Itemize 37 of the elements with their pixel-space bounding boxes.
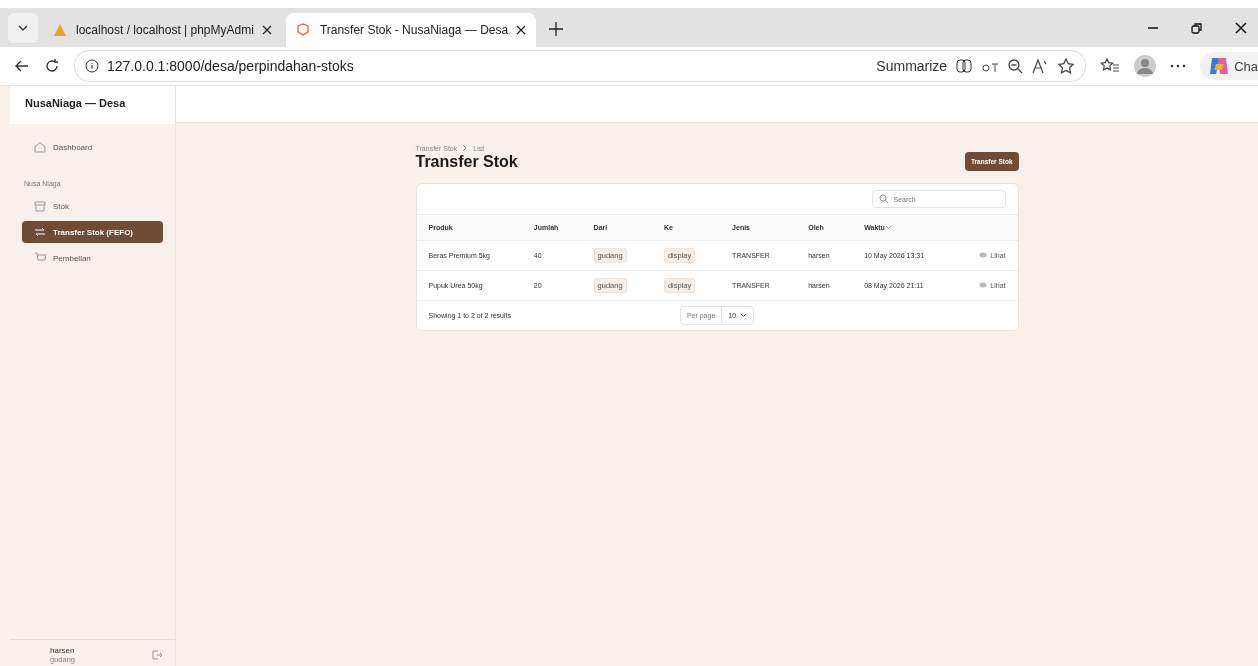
chevron-down-icon bbox=[740, 313, 748, 318]
browser-tab[interactable]: localhost / localhost | phpMyAdmi bbox=[42, 13, 282, 47]
star-icon[interactable] bbox=[1057, 57, 1076, 75]
sort-icon bbox=[884, 225, 892, 230]
zoom-out-icon[interactable] bbox=[1007, 58, 1024, 74]
close-icon[interactable] bbox=[261, 25, 272, 35]
summarize-icon[interactable] bbox=[955, 57, 974, 75]
favorites-icon[interactable] bbox=[1100, 57, 1121, 75]
nav-item[interactable]: Pembelian bbox=[22, 247, 163, 269]
address-bar[interactable]: 127.0.0.1:8000/desa/perpindahan-stoks Summarize bbox=[74, 50, 1087, 82]
user-name: harsen bbox=[50, 646, 76, 655]
page-title: Transfer Stok bbox=[415, 152, 518, 171]
summarize-button[interactable]: Summarize bbox=[876, 58, 948, 74]
url-text: 127.0.0.1:8000/desa/perpindahan-stoks bbox=[107, 58, 354, 74]
cart-icon bbox=[34, 252, 46, 264]
new-tab-icon[interactable] bbox=[548, 21, 565, 37]
reload-icon[interactable] bbox=[44, 58, 60, 74]
nav-item[interactable]: Stok bbox=[22, 195, 163, 217]
restore-icon[interactable] bbox=[1190, 21, 1204, 35]
nav-item[interactable]: Dashboard bbox=[22, 136, 163, 158]
home-icon bbox=[34, 141, 46, 153]
close-icon[interactable] bbox=[1234, 21, 1248, 35]
copilot-logo-icon bbox=[1208, 56, 1231, 76]
nav-item[interactable]: Transfer Stok (FEFO) bbox=[22, 221, 163, 243]
more-icon[interactable] bbox=[1170, 63, 1187, 69]
chevron-right-icon bbox=[462, 144, 469, 152]
browser-tab[interactable]: Transfer Stok - NusaNiaga — Desa bbox=[285, 13, 537, 47]
swap-icon bbox=[34, 226, 46, 238]
box-icon bbox=[34, 200, 46, 212]
info-icon bbox=[85, 59, 99, 73]
close-icon[interactable] bbox=[516, 25, 527, 35]
search-icon bbox=[878, 194, 889, 204]
back-icon[interactable] bbox=[14, 58, 30, 74]
copilot-button[interactable]: Cha bbox=[1200, 52, 1258, 80]
profile-avatar-icon[interactable] bbox=[1134, 55, 1157, 77]
sail-icon bbox=[52, 23, 68, 37]
brand-title: NusaNiaga — Desa bbox=[10, 86, 175, 124]
